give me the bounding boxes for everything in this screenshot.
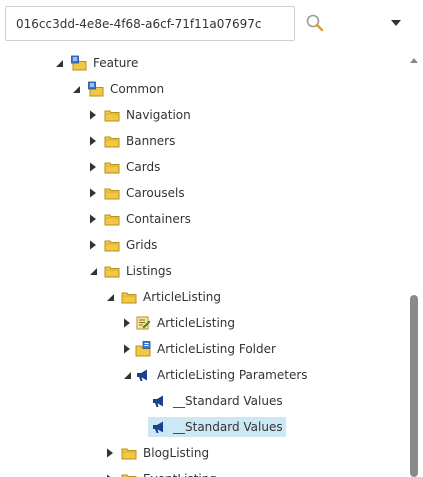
folder-icon — [121, 289, 137, 305]
tree-row: Containers — [0, 208, 405, 230]
tree-row: BlogListing — [0, 442, 405, 464]
tree-row: ArticleListing — [0, 286, 405, 308]
search-options-dropdown[interactable] — [384, 10, 408, 36]
tree-node-label: ArticleListing — [143, 290, 222, 304]
tree-node-label: ArticleListing — [157, 316, 236, 330]
tree-node[interactable]: __Standard Values — [148, 391, 286, 411]
expand-toggle-icon[interactable] — [87, 187, 99, 199]
tree-node[interactable]: Carousels — [101, 183, 188, 203]
tree-node-label: BlogListing — [143, 446, 210, 460]
tree-node[interactable]: Banners — [101, 131, 178, 151]
tree-row: Grids — [0, 234, 405, 256]
tree-row: Common — [0, 78, 405, 100]
magnifier-icon — [306, 14, 324, 32]
scroll-up-arrow[interactable] — [408, 54, 420, 64]
tree-node[interactable]: Common — [85, 79, 167, 99]
content-tree: Feature Common Navigation Banners Cards Carou… — [0, 50, 405, 477]
tree-row: ArticleListing Parameters — [0, 364, 405, 386]
collapse-toggle-icon[interactable] — [87, 265, 99, 277]
tree-node-label: ArticleListing Parameters — [157, 368, 308, 382]
folder-icon — [104, 263, 120, 279]
search-input[interactable] — [5, 6, 295, 41]
tree-node[interactable]: Feature — [68, 53, 141, 73]
expand-toggle-icon[interactable] — [87, 109, 99, 121]
tree-row: Banners — [0, 130, 405, 152]
template-icon — [135, 315, 151, 331]
tree-node-label: Listings — [126, 264, 172, 278]
tree-row: __Standard Values — [0, 416, 405, 438]
tree-node[interactable]: Grids — [101, 235, 160, 255]
expand-toggle-icon[interactable] — [87, 213, 99, 225]
tree-node[interactable]: BlogListing — [118, 443, 212, 463]
collapse-toggle-icon[interactable] — [70, 83, 82, 95]
tree-row: EventListing — [0, 468, 405, 477]
tree-node-label: Navigation — [126, 108, 191, 122]
tree-node-label: __Standard Values — [173, 420, 283, 434]
tree-node[interactable]: EventListing — [118, 469, 220, 477]
tree-node-label: Banners — [126, 134, 176, 148]
scroll-thumb[interactable] — [410, 295, 418, 477]
tree-node[interactable]: ArticleListing — [118, 287, 224, 307]
tree-node-label: EventListing — [143, 472, 217, 477]
triangle-up-icon — [410, 58, 418, 63]
tree-row: Cards — [0, 156, 405, 178]
search-button[interactable] — [302, 10, 330, 36]
megaphone-icon — [151, 419, 167, 435]
caret-down-icon — [391, 20, 401, 26]
folder-icon — [121, 471, 137, 477]
folder-template-icon — [135, 341, 151, 357]
folder-icon — [104, 211, 120, 227]
tree-node[interactable]: Containers — [101, 209, 194, 229]
tree-node-label: Carousels — [126, 186, 185, 200]
tree-node[interactable]: Navigation — [101, 105, 194, 125]
tree-row: ArticleListing — [0, 312, 405, 334]
expand-toggle-icon[interactable] — [104, 447, 116, 459]
folder-icon — [104, 159, 120, 175]
tree-scrollbar[interactable] — [405, 50, 423, 477]
tree-node-selected[interactable]: __Standard Values — [148, 417, 286, 437]
tree-row: Feature — [0, 52, 405, 74]
tree-node-label: __Standard Values — [173, 394, 283, 408]
search-bar — [0, 0, 423, 48]
tree-node[interactable]: ArticleListing Parameters — [132, 365, 311, 385]
folder-icon — [104, 237, 120, 253]
folder-icon — [104, 185, 120, 201]
tree-row: __Standard Values — [0, 390, 405, 412]
tree-node-label: Cards — [126, 160, 161, 174]
tree-row: ArticleListing Folder — [0, 338, 405, 360]
tree-node[interactable]: Cards — [101, 157, 163, 177]
tree-row: Navigation — [0, 104, 405, 126]
folder-icon — [104, 107, 120, 123]
collapse-toggle-icon[interactable] — [104, 291, 116, 303]
tree-node-label: Containers — [126, 212, 191, 226]
megaphone-icon — [135, 367, 151, 383]
collapse-toggle-icon[interactable] — [53, 57, 65, 69]
expand-toggle-icon[interactable] — [104, 473, 116, 477]
tree-node[interactable]: ArticleListing Folder — [132, 339, 279, 359]
tree-row: Listings — [0, 260, 405, 282]
expand-toggle-icon[interactable] — [87, 135, 99, 147]
feature-folder-icon — [88, 81, 104, 97]
tree-node[interactable]: Listings — [101, 261, 175, 281]
tree-node[interactable]: ArticleListing — [132, 313, 238, 333]
folder-icon — [104, 133, 120, 149]
tree-row: Carousels — [0, 182, 405, 204]
folder-icon — [121, 445, 137, 461]
tree-node-label: ArticleListing Folder — [157, 342, 276, 356]
feature-folder-icon — [71, 55, 87, 71]
megaphone-icon — [151, 393, 167, 409]
expand-toggle-icon[interactable] — [87, 239, 99, 251]
tree-node-label: Common — [110, 82, 165, 96]
tree-node-label: Feature — [93, 56, 139, 70]
tree-node-label: Grids — [126, 238, 158, 252]
expand-toggle-icon[interactable] — [87, 161, 99, 173]
